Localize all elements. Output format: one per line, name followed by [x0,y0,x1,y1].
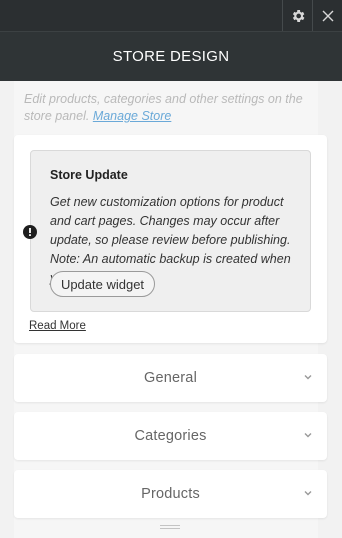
close-button[interactable] [312,0,342,31]
update-widget-button[interactable]: Update widget [50,271,155,297]
section-general[interactable]: General [14,354,327,402]
top-toolbar [0,0,342,32]
section-label: Products [141,486,200,502]
panel-description: Edit products, categories and other sett… [24,91,314,125]
section-label: Categories [134,428,207,444]
chevron-down-icon [304,375,312,380]
section-categories[interactable]: Categories [14,412,327,460]
section-products[interactable]: Products [14,470,327,518]
notice-title: Store Update [50,168,128,182]
settings-button[interactable] [282,0,313,31]
close-icon [322,10,334,21]
alert-icon [23,225,37,239]
resize-handle[interactable] [160,525,180,531]
gear-icon [292,9,305,22]
chevron-down-icon [304,491,312,496]
store-update-notice: Store Update Get new customization optio… [30,150,311,312]
panel-header: STORE DESIGN [0,32,342,81]
section-label: General [144,370,197,386]
manage-store-link[interactable]: Manage Store [93,109,172,123]
read-more-link[interactable]: Read More [29,320,86,332]
chevron-down-icon [304,433,312,438]
page-title: STORE DESIGN [112,48,230,65]
